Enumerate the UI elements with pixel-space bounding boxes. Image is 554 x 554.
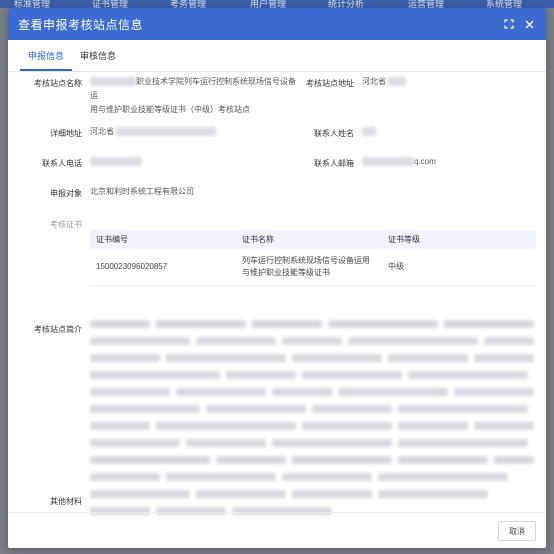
certificate-number-cell: 1500023096020857 [90, 249, 236, 286]
site-address-text: 河北省 [362, 77, 386, 86]
certificate-level-cell: 中级 [382, 249, 536, 286]
background-nav-bar: 标准管理 证书管理 考务管理 用户管理 统计分析 运营管理 系统管理 [0, 0, 554, 9]
contact-email-value: q.com [362, 155, 436, 169]
intro-redacted-block [90, 320, 536, 524]
contact-name-label: 联系人姓名 [314, 129, 354, 138]
tab-bar: 申报信息 审核信息 [8, 42, 546, 72]
redacted-text [116, 127, 216, 137]
detail-address-value: 河北省 [90, 125, 216, 139]
certificate-table: 证书编号 证书名称 证书等级 1500023096020857 列车运行控制系统… [90, 230, 536, 286]
tab-review-info[interactable]: 审核信息 [72, 42, 124, 71]
detail-address-text: 河北省 [90, 127, 114, 136]
detail-address-label: 详细地址 [50, 129, 82, 138]
column-header: 证书编号 [90, 230, 236, 249]
applicant-label: 申报对象 [50, 189, 82, 198]
cancel-button[interactable]: 取消 [498, 521, 536, 541]
site-address-value: 河北省 [362, 75, 407, 89]
intro-label: 考核站点简介 [34, 325, 82, 334]
contact-name-value [362, 125, 376, 139]
maximize-icon[interactable] [502, 17, 516, 31]
tab-application-info[interactable]: 申报信息 [20, 42, 73, 71]
redacted-text [388, 77, 407, 87]
redacted-text [90, 77, 136, 87]
other-materials-label: 其他材料 [50, 497, 82, 506]
view-site-application-modal: 查看申报考核站点信息 申报信息 审核信息 考核站点名称 职业技术学院列车运行控制… [8, 8, 546, 548]
column-header: 证书名称 [236, 230, 382, 249]
contact-phone-label: 联系人电话 [42, 159, 82, 168]
certificate-label: 考核证书 [50, 220, 82, 229]
site-name-line2: 用与维护职业技能等级证书（中级）考核站点 [90, 105, 250, 114]
application-info-panel: 考核站点名称 职业技术学院列车运行控制系统现场信号设备运 用与维护职业技能等级证… [8, 72, 546, 515]
close-icon[interactable] [522, 17, 536, 31]
redacted-text [362, 157, 414, 167]
column-header: 证书等级 [382, 230, 536, 249]
contact-email-label: 联系人邮箱 [314, 159, 354, 168]
table-header-row: 证书编号 证书名称 证书等级 [90, 230, 536, 249]
table-row: 1500023096020857 列车运行控制系统现场信号设备运用与维护职业技能… [90, 249, 536, 286]
modal-header: 查看申报考核站点信息 [8, 8, 546, 40]
applicant-value: 北京和利时系统工程有限公司 [90, 187, 194, 196]
certificate-name-cell: 列车运行控制系统现场信号设备运用与维护职业技能等级证书 [236, 249, 382, 286]
modal-footer: 取消 [8, 512, 546, 548]
modal-title: 查看申报考核站点信息 [18, 17, 144, 32]
site-name-value: 职业技术学院列车运行控制系统现场信号设备运 用与维护职业技能等级证书（中级）考核… [90, 75, 302, 117]
redacted-text [362, 127, 376, 137]
contact-email-text: q.com [414, 157, 436, 166]
site-address-label: 考核站点地址 [306, 79, 354, 88]
redacted-text [90, 157, 142, 167]
contact-phone-value [90, 155, 142, 169]
site-name-label: 考核站点名称 [34, 79, 82, 88]
